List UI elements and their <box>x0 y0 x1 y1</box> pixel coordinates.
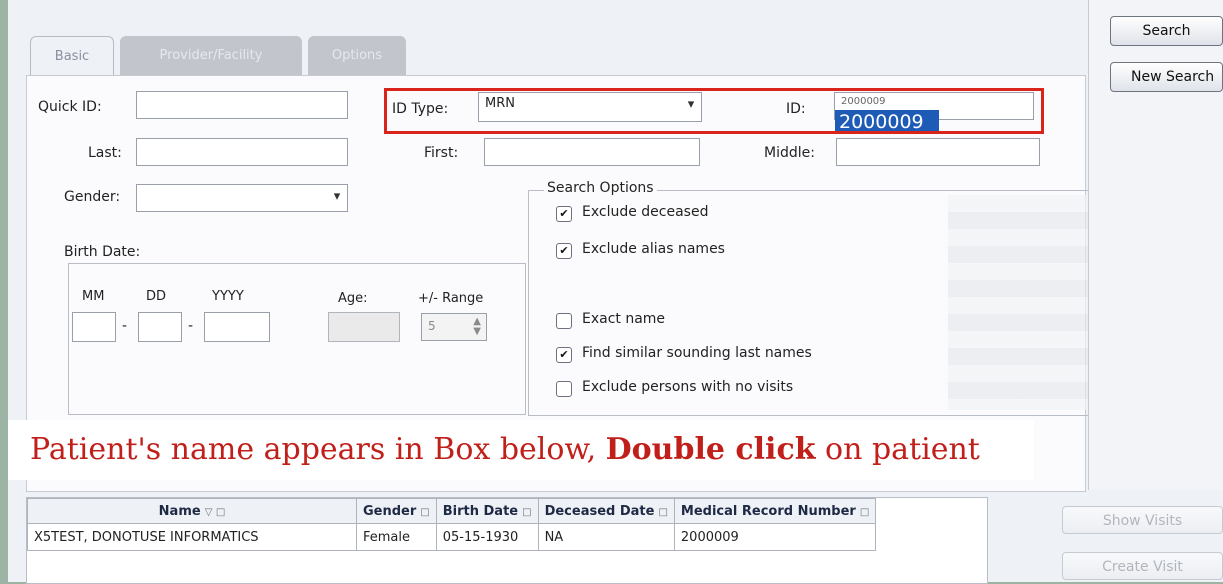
column-header-label: Medical Record Number <box>680 503 856 519</box>
date-separator: - <box>188 318 194 334</box>
sort-icon[interactable]: □ <box>420 507 429 518</box>
instruction-suffix: on patient <box>815 432 980 467</box>
results-grid: Name ▽ □ Gender □ Birth Date □ Deceased Dat… <box>26 497 988 584</box>
exclude-no-visits-label: Exclude persons with no visits <box>582 379 794 395</box>
year-label: YYYY <box>212 289 244 304</box>
tab-options[interactable]: Options <box>308 36 406 76</box>
table-header-row: Name ▽ □ Gender □ Birth Date □ Deceased Dat… <box>27 498 877 524</box>
last-name-input[interactable] <box>136 138 348 166</box>
day-label: DD <box>146 289 167 304</box>
exact-name-checkbox[interactable] <box>556 313 572 329</box>
instruction-banner: Patient's name appears in Box below, Dou… <box>8 420 1034 480</box>
age-input[interactable] <box>328 312 400 342</box>
table-row[interactable]: X5TEST, DONOTUSE INFORMATICS Female 05-1… <box>27 523 877 551</box>
column-header-label: Name <box>158 503 201 519</box>
patient-search-window: Basic Provider/Facility Options Quick ID… <box>8 0 1223 584</box>
similar-sounding-checkbox[interactable]: ✔ <box>556 347 572 363</box>
birth-date-label: Birth Date: <box>64 244 141 260</box>
range-label: +/- Range <box>418 291 484 306</box>
stepper-icon[interactable]: ▲ ▼ <box>473 317 481 337</box>
birth-month-input[interactable] <box>72 312 116 342</box>
birth-date-cell[interactable]: 05-15-1930 <box>435 523 539 551</box>
birth-year-input[interactable] <box>204 312 270 342</box>
sort-icon[interactable]: ▽ □ <box>205 507 226 518</box>
search-options-title: Search Options <box>544 180 657 196</box>
first-name-input[interactable] <box>484 138 700 166</box>
similar-sounding-label: Find similar sounding last names <box>582 345 812 361</box>
exclude-no-visits-checkbox[interactable] <box>556 381 572 397</box>
column-header-gender[interactable]: Gender □ <box>356 498 437 524</box>
results-table: Name ▽ □ Gender □ Birth Date □ Deceased Dat… <box>27 498 877 551</box>
first-name-label: First: <box>424 145 459 161</box>
column-header-deceased-date[interactable]: Deceased Date □ <box>537 498 675 524</box>
column-header-label: Birth Date <box>442 503 519 519</box>
middle-name-label: Middle: <box>764 145 815 161</box>
column-header-label: Deceased Date <box>544 503 655 519</box>
quick-id-input[interactable] <box>136 91 348 119</box>
show-visits-button[interactable]: Show Visits <box>1062 506 1223 534</box>
gender-cell[interactable]: Female <box>356 523 437 551</box>
instruction-bold: Double click <box>605 432 816 467</box>
exclude-deceased-label: Exclude deceased <box>582 204 709 220</box>
chevron-down-icon[interactable]: ▾ <box>330 188 344 206</box>
tab-provider-facility[interactable]: Provider/Facility <box>120 36 302 76</box>
mrn-cell[interactable]: 2000009 <box>673 523 877 551</box>
exclude-alias-checkbox[interactable]: ✔ <box>556 243 572 259</box>
exclude-deceased-checkbox[interactable]: ✔ <box>556 206 572 222</box>
sort-icon[interactable]: □ <box>860 507 869 518</box>
sort-icon[interactable]: □ <box>658 507 667 518</box>
column-header-birth-date[interactable]: Birth Date □ <box>435 498 539 524</box>
highlight-box <box>384 88 1044 134</box>
create-visit-button[interactable]: Create Visit <box>1062 552 1223 580</box>
range-value: 5 <box>428 319 436 333</box>
date-separator: - <box>122 318 128 334</box>
exclude-alias-label: Exclude alias names <box>582 241 725 257</box>
middle-name-input[interactable] <box>836 138 1040 166</box>
new-search-button[interactable]: New Search <box>1110 62 1223 92</box>
gender-select[interactable]: ▾ <box>136 184 348 212</box>
deceased-date-cell[interactable]: NA <box>537 523 675 551</box>
column-header-label: Gender <box>363 503 417 519</box>
last-name-label: Last: <box>88 145 122 161</box>
search-button[interactable]: Search <box>1110 16 1223 46</box>
birth-day-input[interactable] <box>138 312 182 342</box>
column-header-mrn[interactable]: Medical Record Number □ <box>673 498 877 524</box>
gender-label: Gender: <box>64 189 121 205</box>
month-label: MM <box>82 289 105 304</box>
range-stepper[interactable]: 5 ▲ ▼ <box>421 313 487 341</box>
tab-basic[interactable]: Basic <box>30 36 114 77</box>
age-label: Age: <box>338 291 368 306</box>
column-header-name[interactable]: Name ▽ □ <box>27 498 357 524</box>
instruction-prefix: Patient's name appears in Box below, <box>30 432 606 467</box>
patient-name-cell[interactable]: X5TEST, DONOTUSE INFORMATICS <box>27 523 357 551</box>
quick-id-label: Quick ID: <box>38 99 102 115</box>
exact-name-label: Exact name <box>582 311 666 327</box>
sort-icon[interactable]: □ <box>522 507 531 518</box>
